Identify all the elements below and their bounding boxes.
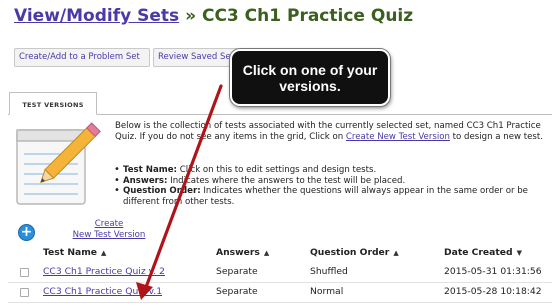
bullet-question-order: Question Order: Indicates whether the qu…: [112, 186, 552, 207]
sort-icon[interactable]: ▲: [264, 249, 269, 257]
instruction-callout: Click on one of your versions.: [230, 49, 390, 106]
help-bullets: Test Name: Click on this to edit setting…: [112, 165, 552, 207]
create-new-test-version-link[interactable]: Create New Test Version: [66, 219, 152, 240]
column-header-answers[interactable]: Answers ▲: [216, 247, 269, 258]
question-order-cell: Normal: [310, 286, 344, 297]
row-checkbox[interactable]: [20, 288, 29, 297]
page-title: View/Modify Sets » CC3 Ch1 Practice Quiz: [14, 6, 413, 26]
create-new-test-version-inline-link[interactable]: Create New Test Version: [346, 132, 450, 142]
sort-icon[interactable]: ▼: [517, 249, 522, 257]
sort-icon[interactable]: ▲: [101, 249, 106, 257]
set-name: CC3 Ch1 Practice Quiz: [201, 6, 414, 26]
column-header-date-created[interactable]: Date Created ▼: [444, 247, 522, 258]
bullet-answers: Answers: Indicates where the answers to …: [112, 176, 552, 187]
sort-icon[interactable]: ▲: [393, 249, 398, 257]
date-created-cell: 2015-05-28 10:18:42: [444, 286, 542, 297]
row-checkbox[interactable]: [20, 268, 29, 277]
description-part-2: to design a new test.: [449, 131, 544, 142]
answers-cell: Separate: [216, 286, 258, 297]
plus-circle-icon[interactable]: +: [18, 224, 35, 241]
test-name-link[interactable]: CC3 Ch1 Practice Quiz v.1: [43, 286, 162, 297]
description-text: Below is the collection of tests associa…: [115, 121, 550, 142]
answers-cell: Separate: [216, 266, 258, 277]
column-header-test-name[interactable]: Test Name ▲: [43, 247, 106, 258]
date-created-cell: 2015-05-31 01:31:56: [444, 266, 542, 277]
table-row: CC3 Ch1 Practice Quiz v. 2 Separate Shuf…: [8, 263, 552, 283]
create-add-problem-set-button[interactable]: Create/Add to a Problem Set: [14, 48, 150, 67]
notepad-pencil-icon: [16, 122, 101, 205]
table-row: CC3 Ch1 Practice Quiz v.1 Separate Norma…: [8, 283, 552, 303]
test-name-link[interactable]: CC3 Ch1 Practice Quiz v. 2: [43, 266, 165, 277]
column-header-question-order[interactable]: Question Order ▲: [310, 247, 399, 258]
breadcrumb-view-modify-sets[interactable]: View/Modify Sets: [14, 6, 179, 26]
question-order-cell: Shuffled: [310, 266, 348, 277]
review-saved-sets-button[interactable]: Review Saved Sets: [153, 48, 239, 67]
bullet-test-name: Test Name: Click on this to edit setting…: [112, 165, 552, 176]
breadcrumb-separator: »: [185, 6, 197, 26]
tab-test-versions[interactable]: TEST VERSIONS: [9, 92, 97, 115]
